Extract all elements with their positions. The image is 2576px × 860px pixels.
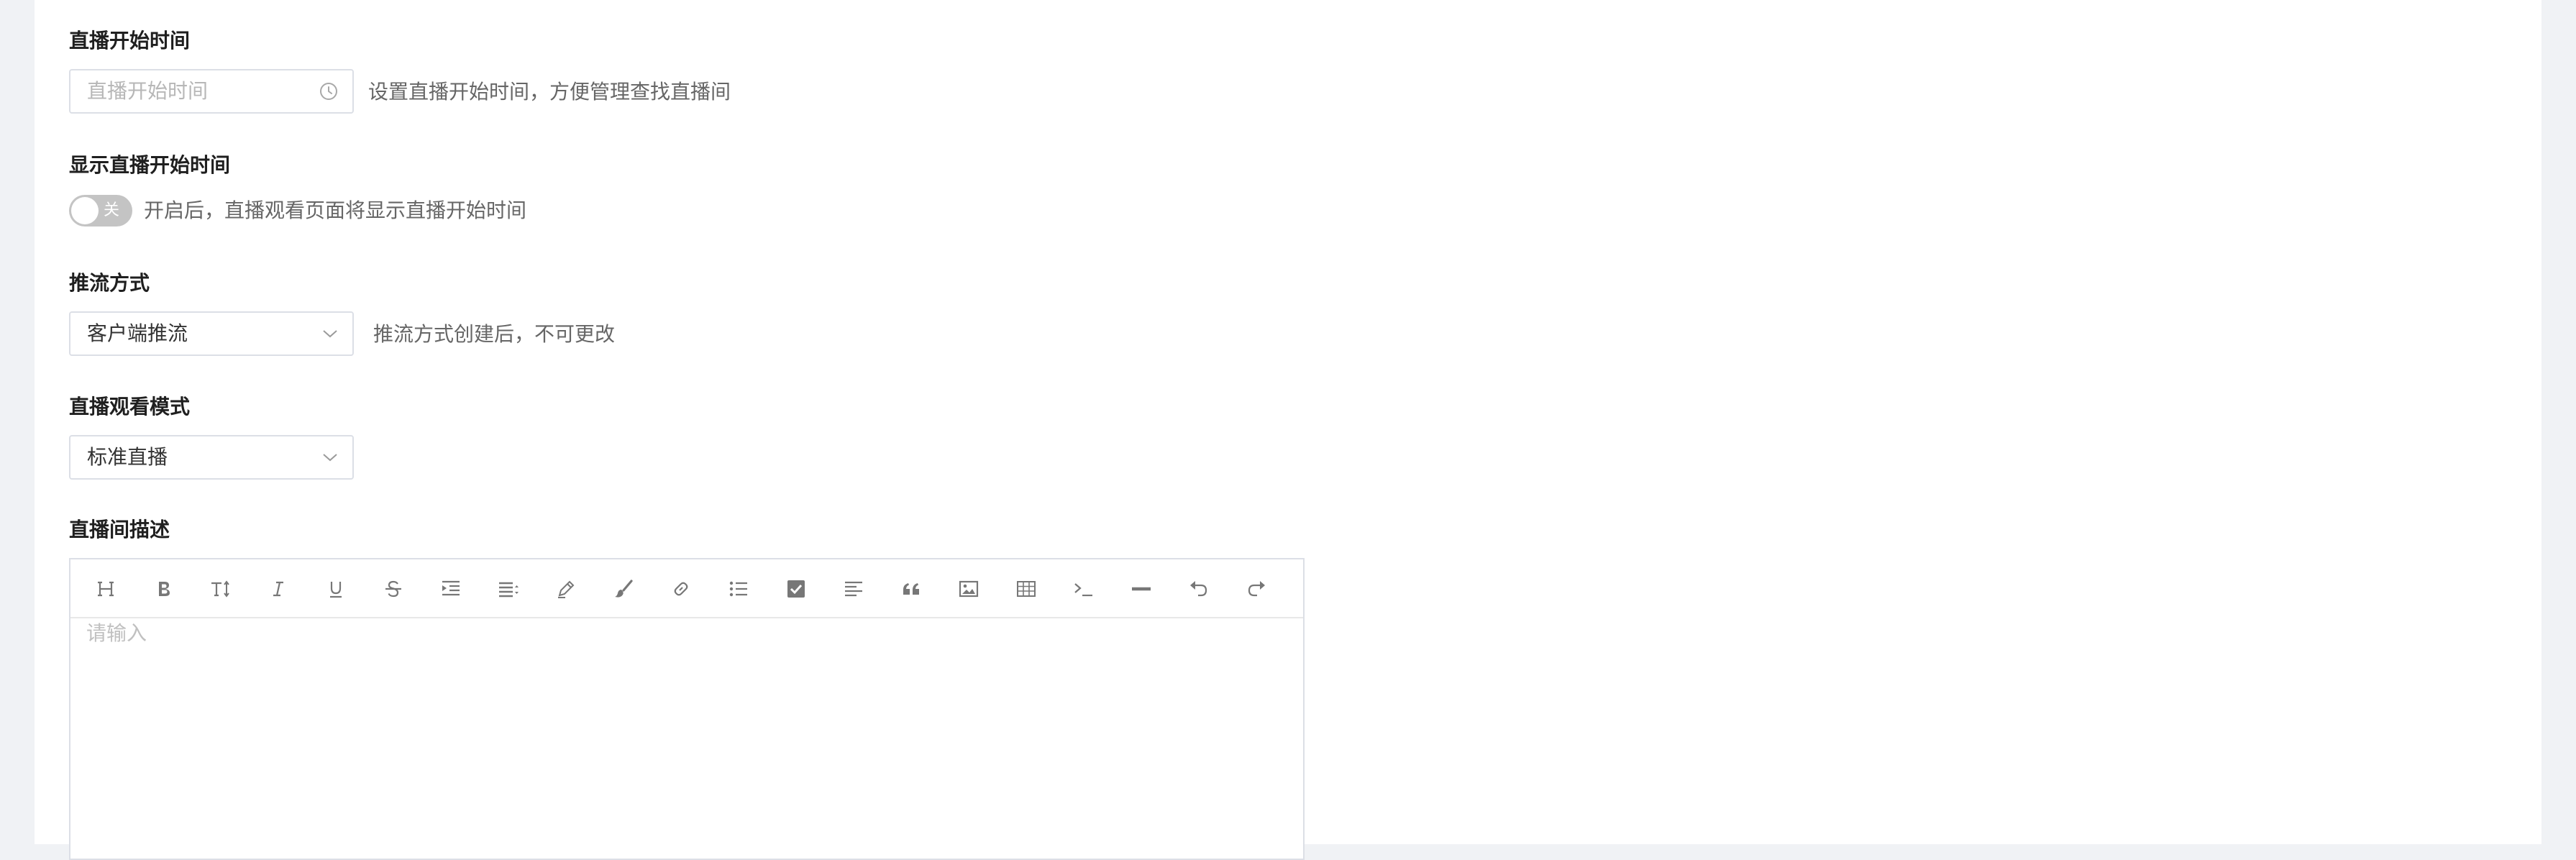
chevron-down-icon bbox=[323, 454, 337, 462]
pencil-icon[interactable] bbox=[554, 577, 578, 601]
start-time-placeholder: 直播开始时间 bbox=[87, 79, 209, 103]
show-start-time-toggle[interactable]: 关 bbox=[69, 195, 132, 227]
quote-icon[interactable] bbox=[899, 577, 923, 601]
push-method-label: 推流方式 bbox=[69, 271, 150, 295]
italic-icon[interactable] bbox=[266, 577, 291, 601]
push-method-select[interactable]: 客户端推流 bbox=[69, 311, 354, 356]
push-method-value: 客户端推流 bbox=[87, 321, 188, 345]
watch-mode-select[interactable]: 标准直播 bbox=[69, 435, 354, 480]
toggle-state-text: 关 bbox=[104, 201, 120, 219]
show-start-time-label: 显示直播开始时间 bbox=[69, 153, 231, 177]
start-time-picker[interactable]: 直播开始时间 bbox=[69, 69, 354, 114]
link-icon[interactable] bbox=[669, 577, 693, 601]
bold-icon[interactable] bbox=[151, 577, 175, 601]
table-icon[interactable] bbox=[1014, 577, 1038, 601]
start-time-hint: 设置直播开始时间，方便管理查找直播间 bbox=[368, 80, 731, 104]
watch-mode-label: 直播观看模式 bbox=[69, 395, 191, 418]
editor-placeholder: 请输入 bbox=[86, 621, 147, 645]
clock-icon bbox=[320, 83, 337, 100]
start-time-label: 直播开始时间 bbox=[69, 29, 191, 52]
toggle-knob bbox=[71, 197, 99, 224]
heading-icon[interactable] bbox=[93, 577, 118, 601]
rich-text-editor: 请输入 bbox=[69, 558, 1305, 860]
undo-icon[interactable] bbox=[1187, 577, 1211, 601]
description-label: 直播间描述 bbox=[69, 518, 170, 541]
editor-toolbar bbox=[70, 559, 1303, 618]
checkbox-icon[interactable] bbox=[784, 577, 808, 601]
list-icon[interactable] bbox=[726, 577, 751, 601]
chevron-down-icon bbox=[323, 330, 337, 338]
code-icon[interactable] bbox=[1072, 577, 1096, 601]
push-method-hint: 推流方式创建后，不可更改 bbox=[373, 322, 616, 346]
redo-icon[interactable] bbox=[1244, 577, 1269, 601]
underline-icon[interactable] bbox=[324, 577, 348, 601]
watch-mode-value: 标准直播 bbox=[87, 445, 168, 469]
strikethrough-icon[interactable] bbox=[381, 577, 406, 601]
show-start-time-hint: 开启后，直播观看页面将显示直播开始时间 bbox=[144, 198, 527, 222]
font-size-icon[interactable] bbox=[209, 577, 233, 601]
indent-icon[interactable] bbox=[439, 577, 463, 601]
align-icon[interactable] bbox=[841, 577, 866, 601]
image-icon[interactable] bbox=[956, 577, 981, 601]
divider-icon[interactable] bbox=[1129, 577, 1154, 601]
editor-content-area[interactable]: 请输入 bbox=[70, 618, 1303, 859]
line-height-icon[interactable] bbox=[496, 577, 521, 601]
form-panel: 直播开始时间 直播开始时间 设置直播开始时间，方便管理查找直播间 显示直播开始时… bbox=[35, 0, 2541, 860]
brush-icon[interactable] bbox=[611, 577, 636, 601]
